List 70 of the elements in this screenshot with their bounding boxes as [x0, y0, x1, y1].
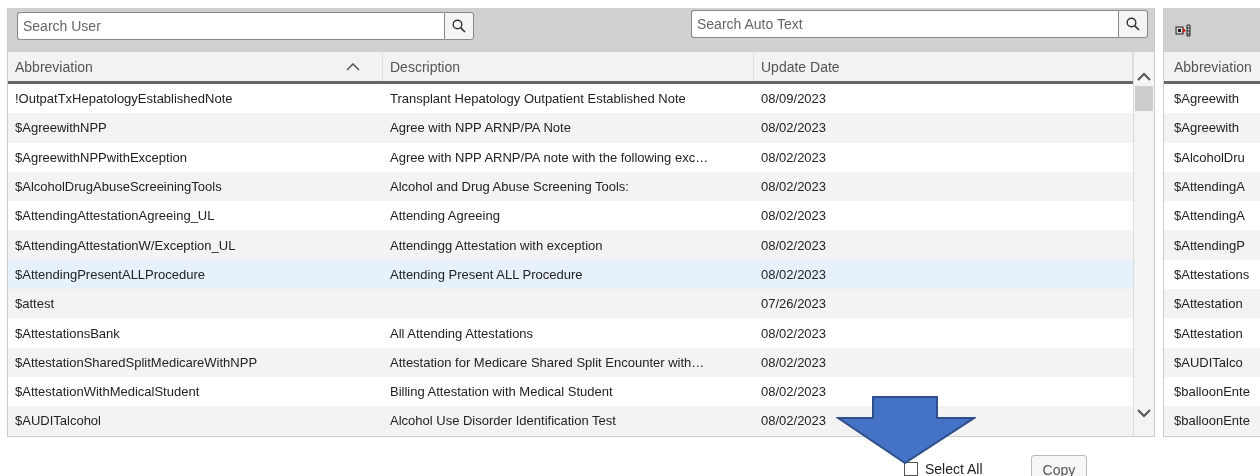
table-cell-text: !OutpatTxHepatologyEstablishedNote	[14, 91, 234, 107]
table-cell-text: Alcohol and Drug Abuse Screening Tools:	[389, 179, 630, 195]
table-cell-text: 08/02/2023	[760, 179, 828, 195]
table-cell-text: $AttendingAttestationAgreeing_UL	[14, 208, 216, 224]
table-row[interactable]: $attest 07/26/2023	[8, 289, 1133, 319]
table-row[interactable]: $AlcoholDrugAbuseScreeiningTools Alcohol and Drug Abuse Screening Tools: 08/02/2023	[8, 171, 1133, 202]
select-all-checkbox[interactable]	[904, 462, 918, 476]
table-cell: $AttendingA	[1174, 208, 1245, 224]
table-row[interactable]: $AgreewithNPP Agree with NPP ARNP/PA Note 08/02/2023	[8, 113, 1133, 143]
table-cell-text: $AttestationSharedSplitMedicareWithNPP	[14, 354, 259, 370]
table-cell: $Agreewith	[1174, 91, 1240, 107]
table-cell-text: Alcohol Use Disorder Identification Test	[389, 413, 617, 429]
columns-icon[interactable]	[1175, 23, 1191, 37]
table-cell-text: 08/02/2023	[760, 208, 828, 224]
search-icon	[452, 19, 466, 33]
table-cell-text: Attending Agreeing	[389, 208, 501, 224]
table-cell-text: 07/26/2023	[760, 296, 828, 312]
table-cell-text: 08/02/2023	[760, 354, 828, 370]
table-cell: $Attestations	[1174, 266, 1250, 282]
table-cell-text: $AgreewithNPP	[14, 120, 108, 136]
table-cell-text: Attestation for Medicare Shared Split Encounter with…	[389, 354, 706, 370]
table-cell-text: 08/02/2023	[760, 237, 828, 253]
table-row[interactable]: $AttestationSharedSplitMedicareWithNPP Attestation for Medicare Shared Split Encounter with… 08/02/2023	[8, 347, 1133, 377]
table-cell-text: $AlcoholDrugAbuseScreeiningTools	[14, 179, 223, 195]
search-icon	[1126, 17, 1140, 31]
table-cell: $AttendingP	[1174, 237, 1245, 253]
table-cell-text: $AttestationsBank	[14, 325, 121, 341]
column-header[interactable]: Abbreviation	[8, 52, 383, 81]
table-cell: $balloonEnte	[1174, 413, 1250, 429]
table-cell-text: 08/02/2023	[760, 120, 828, 136]
table-cell: $Attestation	[1174, 325, 1243, 341]
table-cell-text: 08/09/2023	[760, 91, 828, 107]
table-cell-text: Attending Present ALL Procedure	[389, 266, 584, 282]
table-cell-text: All Attending Attestations	[389, 325, 535, 341]
scroll-down-icon[interactable]	[1137, 407, 1151, 418]
table-cell-text: 08/02/2023	[760, 325, 828, 341]
table-cell-text: $AgreewithNPPwithException	[14, 149, 188, 165]
table-cell-text: $attest	[14, 296, 56, 312]
table-cell: $balloonEnte	[1174, 384, 1250, 400]
table-row[interactable]: $AUDITalcohol Alcohol Use Disorder Identification Test 08/02/2023	[8, 406, 1133, 436]
table-cell-text: Agree with NPP ARNP/PA note with the following exc…	[389, 149, 710, 165]
column-header[interactable]: Description	[383, 52, 754, 81]
table-cell-text: Transplant Hepatology Outpatient Established Note	[389, 91, 687, 107]
table-cell: $AttendingA	[1174, 179, 1245, 195]
search-field[interactable]: Search User	[17, 12, 444, 40]
table-cell: $AlcoholDru	[1174, 149, 1245, 165]
sort-up-icon	[346, 62, 360, 71]
table-cell-text: 08/02/2023	[760, 266, 828, 282]
scroll-thumb[interactable]	[1135, 86, 1153, 111]
table-cell: $AUDITalco	[1174, 354, 1243, 370]
table-cell-text: 08/02/2023	[760, 384, 828, 400]
table-cell-text: Billing Attestation with Medical Student	[389, 384, 614, 400]
table-cell-text: Agree with NPP ARNP/PA Note	[389, 120, 572, 136]
table-cell-text: $AttendingPresentALLProcedure	[14, 266, 207, 282]
table-cell-text: 08/02/2023	[760, 413, 828, 429]
table-cell: $Agreewith	[1174, 120, 1240, 136]
scrollbar[interactable]	[1133, 52, 1154, 436]
search-field[interactable]: Search Auto Text	[691, 10, 1118, 38]
table-row[interactable]: $AttendingPresentALLProcedure Attending Present ALL Procedure 08/02/2023	[8, 259, 1133, 290]
table-row[interactable]: $AttendingAttestationW/Exception_UL Attendingg Attestation with exception 08/02/2023	[8, 230, 1133, 260]
table-cell: $Attestation	[1174, 296, 1243, 312]
table-cell-text: Attendingg Attestation with exception	[389, 237, 604, 253]
table-cell-text: $AUDITalcohol	[14, 413, 102, 429]
table-cell-text: 08/02/2023	[760, 149, 828, 165]
search-button[interactable]	[1118, 10, 1148, 38]
select-all-label: Select All	[925, 461, 983, 476]
scroll-up-icon[interactable]	[1137, 72, 1151, 82]
table-cell-text: $AttendingAttestationW/Exception_UL	[14, 237, 237, 253]
table-cell-text: $AttestationWithMedicalStudent	[14, 384, 201, 400]
search-button[interactable]	[444, 12, 474, 40]
